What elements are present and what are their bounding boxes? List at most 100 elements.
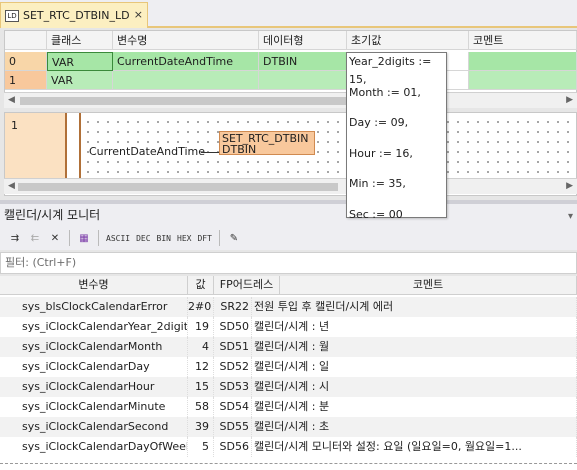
initial-value-popup[interactable]: Year_2digits := 15, Month := 01, Day := …	[346, 52, 447, 221]
header-fp-address[interactable]: FP어드레스	[214, 276, 280, 295]
edit-pen-icon[interactable]: ✎	[225, 229, 243, 247]
monitor-table: 변수명 값 FP어드레스 코멘트 sys_blsClockCalendarErr…	[0, 276, 577, 470]
comment-cell[interactable]	[469, 52, 577, 71]
fp-address-cell: SR22	[214, 297, 252, 317]
monitor-row[interactable]: sys_iClockCalendarYear_2digits 19 SD50 캘린더/…	[0, 317, 577, 337]
function-block-type: DTBIN	[222, 143, 257, 156]
scrollbar-thumb[interactable]	[18, 183, 338, 191]
variable-name-cell: sys_iClockCalendarDay	[0, 357, 188, 377]
tab-set-rtc-dtbin-ld[interactable]: LD SET_RTC_DTBIN_LD ×	[0, 2, 148, 28]
filter-input[interactable]: 필터: (Ctrl+F)	[0, 252, 577, 274]
calendar-set-icon[interactable]: ▦	[75, 229, 93, 247]
variable-name-cell: sys_iClockCalendarMonth	[0, 337, 188, 357]
header-class[interactable]: 클래스	[47, 31, 113, 50]
monitor-row[interactable]: sys_iClockCalendarHour 15 SD53 캘린더/시계 : 시	[0, 377, 577, 397]
fp-address-cell: SD52	[214, 357, 252, 377]
name-cell[interactable]: CurrentDateAndTime	[113, 52, 259, 71]
panel-menu-icon[interactable]: ▾	[568, 206, 573, 228]
register-variable-icon[interactable]: ⇉	[6, 229, 24, 247]
header-index	[5, 31, 47, 50]
comment-cell: 캘린더/시계 모니터와 설정: 요일 (일요일=0, 월요일=1...	[252, 437, 577, 457]
monitor-toolbar: ⇉ ⇇ ✕ ▦ ASCII DEC BIN HEX DFT ✎	[0, 226, 577, 250]
comment-cell: 캘린더/시계 : 초	[252, 417, 577, 437]
value-cell[interactable]: 39	[188, 417, 214, 437]
fp-address-cell: SD50	[214, 317, 252, 337]
close-icon[interactable]: ×	[134, 8, 143, 21]
monitor-row[interactable]: sys_blsClockCalendarError 2#0 SR22 전원 투입 후 …	[0, 297, 577, 317]
monitor-row[interactable]: sys_iClockCalendarDayOfWeek 5 SD56 캘린더/시계 모…	[0, 437, 577, 457]
monitor-table-header: 변수명 값 FP어드레스 코멘트	[0, 276, 577, 295]
rung-number[interactable]: 1	[5, 113, 67, 179]
type-cell[interactable]	[259, 71, 347, 90]
dec-display-button[interactable]: DEC	[134, 229, 152, 247]
scroll-right-icon[interactable]: ▶	[566, 95, 573, 105]
init-sec-line: Sec := 00	[349, 207, 403, 221]
variable-name-cell: sys_iClockCalendarYear_2digits	[0, 317, 188, 337]
init-min-line: Min := 35,	[349, 177, 406, 191]
header-name[interactable]: 변수명	[113, 31, 259, 50]
bin-display-button[interactable]: BIN	[155, 229, 173, 247]
variable-table-header: 클래스 변수명 데이터형 초기값 코멘트	[5, 31, 577, 50]
monitor-row[interactable]: sys_iClockCalendarMinute 58 SD54 캘린더/시계 : 분	[0, 397, 577, 417]
comment-cell[interactable]	[469, 71, 577, 90]
variable-name-cell: sys_iClockCalendarHour	[0, 377, 188, 397]
header-comment[interactable]: 코멘트	[280, 276, 577, 295]
input-variable-label[interactable]: CurrentDateAndTime	[89, 145, 206, 158]
header-value[interactable]: 값	[188, 276, 214, 295]
init-hour-line: Hour := 16,	[349, 146, 413, 160]
function-block[interactable]: SET_RTC_DTBIN DTBIN	[219, 131, 315, 155]
monitor-row[interactable]: sys_iClockCalendarMonth 4 SD51 캘린더/시계 : 월	[0, 337, 577, 357]
monitor-row[interactable]: sys_iClockCalendarSecond 39 SD55 캘린더/시계 : 초	[0, 417, 577, 437]
fp-address-cell: SD54	[214, 397, 252, 417]
name-cell[interactable]	[113, 71, 259, 90]
comment-cell: 캘린더/시계 : 분	[252, 397, 577, 417]
value-cell[interactable]: 5	[188, 437, 214, 457]
variable-row[interactable]: 1 VAR	[5, 71, 577, 90]
ladder-scrollbar[interactable]: ◀ ▶	[4, 178, 577, 194]
header-type[interactable]: 데이터형	[259, 31, 347, 50]
fp-address-cell: SD56	[214, 437, 252, 457]
variable-row[interactable]: 0 VAR CurrentDateAndTime DTBIN	[5, 52, 577, 71]
row-index: 1	[5, 71, 47, 90]
value-cell[interactable]: 4	[188, 337, 214, 357]
scroll-left-icon[interactable]: ◀	[8, 181, 15, 191]
fp-address-cell: SD53	[214, 377, 252, 397]
hex-display-button[interactable]: HEX	[175, 229, 193, 247]
panel-title: 캘린더/시계 모니터	[4, 208, 101, 222]
variable-name-cell: sys_iClockCalendarDayOfWeek	[0, 437, 188, 457]
row-index: 0	[5, 52, 47, 71]
ascii-display-button[interactable]: ASCII	[104, 229, 132, 247]
monitor-row[interactable]: sys_iClockCalendarDay 12 SD52 캘린더/시계 : 일	[0, 357, 577, 377]
class-cell[interactable]: VAR	[47, 71, 113, 90]
comment-cell: 전원 투입 후 캘린더/시계 에러	[252, 297, 577, 317]
variable-table-scrollbar[interactable]: ◀ ▶	[4, 92, 577, 108]
variable-name-cell: sys_iClockCalendarSecond	[0, 417, 188, 437]
ladder-wire	[201, 152, 219, 153]
comment-cell: 캘린더/시계 : 월	[252, 337, 577, 357]
header-init[interactable]: 초기값	[347, 31, 469, 50]
scroll-right-icon[interactable]: ▶	[566, 181, 573, 191]
class-cell[interactable]: VAR	[47, 52, 113, 71]
value-cell[interactable]: 12	[188, 357, 214, 377]
fp-address-cell: SD55	[214, 417, 252, 437]
left-power-rail	[79, 113, 81, 179]
scroll-left-icon[interactable]: ◀	[8, 95, 15, 105]
document-tab-bar: LD SET_RTC_DTBIN_LD ×	[0, 0, 577, 28]
comment-cell: 캘린더/시계 : 일	[252, 357, 577, 377]
fp-address-cell: SD51	[214, 337, 252, 357]
toolbar-separator	[69, 230, 70, 246]
delete-icon[interactable]: ✕	[46, 229, 64, 247]
table-end-line	[0, 463, 577, 464]
value-cell[interactable]: 19	[188, 317, 214, 337]
unregister-variable-icon[interactable]: ⇇	[26, 229, 44, 247]
type-cell[interactable]: DTBIN	[259, 52, 347, 71]
value-cell[interactable]: 58	[188, 397, 214, 417]
header-comment[interactable]: 코멘트	[469, 31, 577, 50]
tab-label: SET_RTC_DTBIN_LD	[23, 9, 130, 22]
value-cell[interactable]: 15	[188, 377, 214, 397]
variable-name-cell: sys_iClockCalendarMinute	[0, 397, 188, 417]
init-day-line: Day := 09,	[349, 116, 409, 130]
header-variable-name[interactable]: 변수명	[0, 276, 188, 295]
value-cell[interactable]: 2#0	[188, 297, 214, 317]
default-display-button[interactable]: DFT	[195, 229, 213, 247]
